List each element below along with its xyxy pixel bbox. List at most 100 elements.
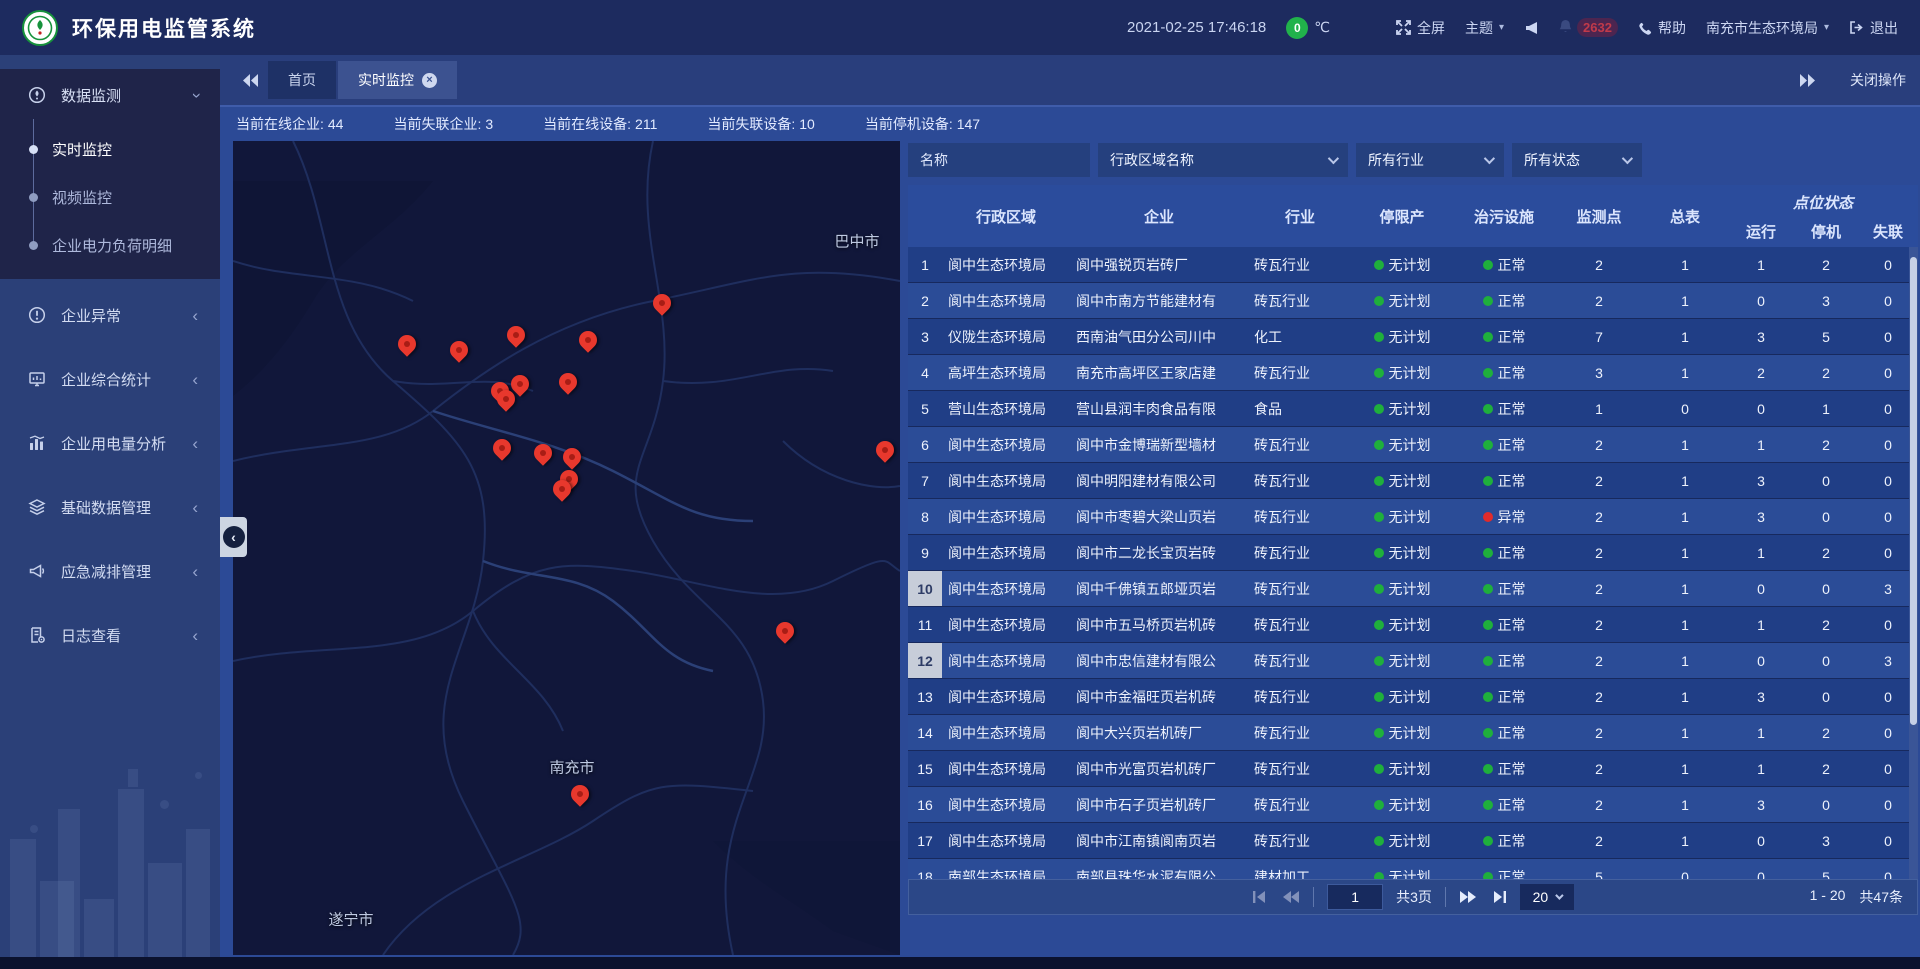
first-page-button[interactable]: [1252, 890, 1269, 904]
table-row[interactable]: 11 阆中生态环境局 阆中市五马桥页岩机砖 砖瓦行业 无计划 正常: [908, 607, 1918, 643]
table-row[interactable]: 13 阆中生态环境局 阆中市金福旺页岩机砖 砖瓦行业 无计划 正常: [908, 679, 1918, 715]
map-panel[interactable]: 巴中市 南充市 遂宁市: [233, 141, 900, 955]
cell-company: 阆中市枣碧大梁山页岩: [1070, 499, 1248, 534]
status-dot-icon: [1483, 872, 1493, 880]
org-menu[interactable]: 南充市生态环境局▾: [1706, 18, 1829, 38]
status-dot-icon: [1374, 440, 1384, 450]
tabs-scroll-right-button[interactable]: [1790, 74, 1824, 87]
cell-company: 阆中市金博瑞新型墙材: [1070, 427, 1248, 462]
cell-row-number: 16: [908, 787, 942, 822]
tab-home[interactable]: 首页: [268, 61, 336, 99]
help-button[interactable]: 帮助: [1638, 18, 1686, 38]
sidebar-item-base-data[interactable]: 基础数据管理 ‹: [0, 479, 220, 535]
region-filter-select[interactable]: 行政区域名称: [1098, 143, 1348, 177]
cell-meters: 1: [1642, 535, 1728, 570]
table-row[interactable]: 5 营山生态环境局 营山县润丰肉食品有限 食品 无计划 正常: [908, 391, 1918, 427]
cell-meters: 1: [1642, 247, 1728, 282]
map-city-label: 遂宁市: [328, 909, 373, 930]
stat-value: 3: [485, 116, 493, 132]
cell-run: 1: [1728, 607, 1794, 642]
cell-meters: 1: [1642, 319, 1728, 354]
stat-label: 当前停机设备:: [865, 116, 953, 132]
app-header: 环保用电监管系统 2021-02-25 17:46:18 0 ℃ 全屏 主题▾: [0, 0, 1920, 55]
sidebar-item-data-monitor[interactable]: 数据监测 ‹: [0, 69, 220, 121]
page-title: 环保用电监管系统: [72, 13, 256, 43]
table-row[interactable]: 6 阆中生态环境局 阆中市金博瑞新型墙材 砖瓦行业 无计划 正常: [908, 427, 1918, 463]
sidebar-item-enterprise-abnormal[interactable]: 企业异常 ‹: [0, 287, 220, 343]
table-row[interactable]: 17 阆中生态环境局 阆中市江南镇阆南页岩 砖瓦行业 无计划 正常: [908, 823, 1918, 859]
phone-icon: [1638, 21, 1652, 35]
fullscreen-icon: [1396, 20, 1411, 35]
tab-realtime-monitor[interactable]: 实时监控 ×: [338, 61, 457, 99]
table-scrollbar[interactable]: [1909, 247, 1918, 879]
close-operations-button[interactable]: 关闭操作: [1850, 70, 1906, 90]
cell-run: 0: [1728, 643, 1794, 678]
table-row[interactable]: 4 高坪生态环境局 南充市高坪区王家店建 砖瓦行业 无计划 正常: [908, 355, 1918, 391]
table-row[interactable]: 7 阆中生态环境局 阆中明阳建材有限公司 砖瓦行业 无计划 正常: [908, 463, 1918, 499]
next-page-button[interactable]: [1459, 890, 1477, 904]
tabs-scroll-left-button[interactable]: [234, 74, 268, 87]
prev-page-button[interactable]: [1282, 890, 1300, 904]
table-row[interactable]: 10 阆中生态环境局 阆中千佛镇五郎垭页岩 砖瓦行业 无计划 正常: [908, 571, 1918, 607]
page-number-input[interactable]: [1327, 884, 1383, 910]
cell-region: 阆中生态环境局: [942, 247, 1070, 282]
page-size-select[interactable]: 20: [1520, 884, 1574, 910]
table-row[interactable]: 2 阆中生态环境局 阆中市南方节能建材有 砖瓦行业 无计划 正常: [908, 283, 1918, 319]
status-dot-icon: [1374, 332, 1384, 342]
logout-button[interactable]: 退出: [1849, 18, 1898, 38]
cell-halt: 0: [1794, 643, 1858, 678]
scrollbar-thumb[interactable]: [1910, 257, 1917, 725]
cell-industry: 砖瓦行业: [1248, 679, 1352, 714]
cell-stop-status: 无计划: [1352, 787, 1452, 822]
table-row[interactable]: 9 阆中生态环境局 阆中市二龙长宝页岩砖 砖瓦行业 无计划 正常: [908, 535, 1918, 571]
table-row[interactable]: 16 阆中生态环境局 阆中市石子页岩机砖厂 砖瓦行业 无计划 正常: [908, 787, 1918, 823]
table-row[interactable]: 18 南部生态环境局 南部县珠华水泥有限公 建材加工 无计划 正常: [908, 859, 1918, 879]
cell-industry: 砖瓦行业: [1248, 535, 1352, 570]
name-filter-input[interactable]: [908, 143, 1090, 177]
industry-filter-select[interactable]: 所有行业: [1356, 143, 1504, 177]
cell-facility-status: 正常: [1452, 283, 1556, 318]
cell-row-number: 10: [908, 571, 942, 606]
notifications-button[interactable]: 2632: [1558, 18, 1618, 37]
table-row[interactable]: 15 阆中生态环境局 阆中市光富页岩机砖厂 砖瓦行业 无计划 正常: [908, 751, 1918, 787]
table-row[interactable]: 8 阆中生态环境局 阆中市枣碧大梁山页岩 砖瓦行业 无计划 异常: [908, 499, 1918, 535]
board-stats-icon: [28, 370, 46, 388]
map-collapse-button[interactable]: ‹: [220, 517, 247, 557]
cell-meters: 1: [1642, 679, 1728, 714]
cell-stop-status: 无计划: [1352, 535, 1452, 570]
last-page-button[interactable]: [1490, 890, 1507, 904]
theme-menu[interactable]: 主题▾: [1465, 18, 1504, 38]
sidebar-subitem[interactable]: 视频监控: [0, 173, 220, 221]
sidebar-item-power-analysis[interactable]: 企业用电量分析 ‹: [0, 415, 220, 471]
tab-close-icon[interactable]: ×: [422, 73, 437, 88]
sidebar-subitem-label: 实时监控: [52, 139, 112, 160]
cell-points: 2: [1556, 427, 1642, 462]
sidebar-item-log-view[interactable]: 日志查看 ‹: [0, 607, 220, 663]
cell-stop-status: 无计划: [1352, 715, 1452, 750]
col-group-point-status: 点位状态: [1728, 185, 1918, 215]
sidebar-item-enterprise-statistics[interactable]: 企业综合统计 ‹: [0, 351, 220, 407]
filter-bar: 行政区域名称 所有行业 所有状态: [908, 143, 1642, 177]
table-row[interactable]: 1 阆中生态环境局 阆中强锐页岩砖厂 砖瓦行业 无计划 正常: [908, 247, 1918, 283]
sidebar-item-emergency-reduction[interactable]: 应急减排管理 ‹: [0, 543, 220, 599]
mute-button[interactable]: [1524, 21, 1538, 35]
cell-row-number: 7: [908, 463, 942, 498]
status-filter-select[interactable]: 所有状态: [1512, 143, 1642, 177]
cell-halt: 0: [1794, 787, 1858, 822]
cell-company: 西南油气田分公司川中: [1070, 319, 1248, 354]
table-row[interactable]: 14 阆中生态环境局 阆中大兴页岩机砖厂 砖瓦行业 无计划 正常: [908, 715, 1918, 751]
fullscreen-button[interactable]: 全屏: [1396, 18, 1445, 38]
cell-run: 0: [1728, 859, 1794, 879]
chevron-down-icon: [1484, 153, 1495, 164]
sidebar-subitem[interactable]: 企业电力负荷明细: [0, 221, 220, 269]
status-dot-icon: [1483, 656, 1493, 666]
cell-points: 2: [1556, 571, 1642, 606]
stat-item: 当前失联企业:3: [393, 114, 493, 134]
cell-facility-status: 正常: [1452, 715, 1556, 750]
data-monitor-icon: [28, 86, 46, 104]
table-row[interactable]: 12 阆中生态环境局 阆中市忠信建材有限公 砖瓦行业 无计划 正常: [908, 643, 1918, 679]
cell-stop-status: 无计划: [1352, 751, 1452, 786]
table-row[interactable]: 3 仪陇生态环境局 西南油气田分公司川中 化工 无计划 正常: [908, 319, 1918, 355]
cell-facility-status: 异常: [1452, 499, 1556, 534]
sidebar-subitem[interactable]: 实时监控: [0, 125, 220, 173]
